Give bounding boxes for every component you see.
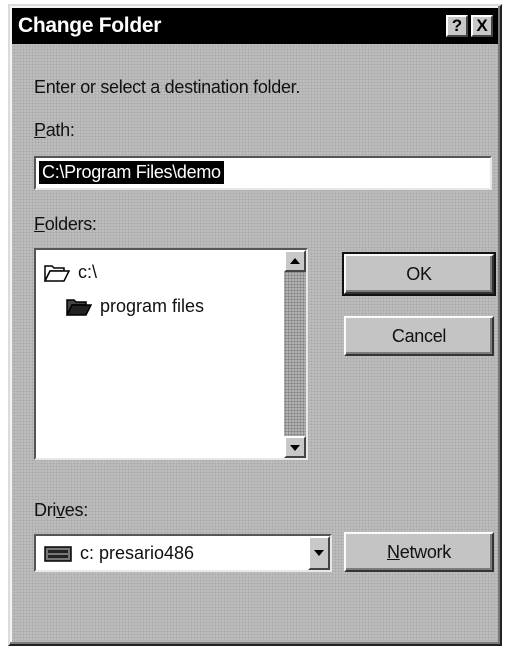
folders-list[interactable]: c:\ program files: [34, 248, 308, 460]
arrow-up-icon: [290, 258, 300, 264]
drive-name: c: presario486: [80, 543, 195, 563]
scroll-up-button[interactable]: [284, 250, 306, 272]
list-item-c-drive[interactable]: c:\: [44, 262, 97, 283]
path-label-accel: P: [34, 120, 46, 140]
arrow-down-icon: [290, 445, 300, 451]
chevron-down-icon: [314, 550, 324, 556]
cancel-button[interactable]: Cancel: [344, 316, 494, 356]
folders-label-rest: olders:: [44, 214, 97, 234]
folders-scrollbar[interactable]: [284, 250, 306, 458]
open-folder-icon: [44, 264, 70, 282]
drives-label: Drives:: [34, 500, 88, 521]
path-label: Path:: [34, 120, 75, 141]
instructions-text: Enter or select a destination folder.: [34, 77, 301, 97]
folder-name: program files: [100, 296, 205, 316]
ok-button[interactable]: OK: [342, 252, 496, 296]
folders-label: Folders:: [34, 214, 97, 235]
path-label-rest: ath:: [45, 120, 75, 140]
title-bar[interactable]: Change Folder ? X: [12, 8, 498, 44]
hard-drive-icon: [44, 545, 72, 562]
network-button-rest: etwork: [399, 541, 452, 562]
folders-label-accel: F: [34, 214, 45, 234]
open-folder-icon: [66, 298, 92, 316]
drives-dropdown[interactable]: c: presario486: [34, 534, 332, 572]
drives-dropdown-button[interactable]: [308, 536, 330, 570]
list-item-program-files[interactable]: program files: [66, 296, 204, 317]
drives-label-post: es:: [64, 500, 88, 520]
drives-label-pre: Dri: [34, 500, 57, 520]
network-button-accel: N: [387, 541, 400, 562]
network-button[interactable]: Network: [344, 532, 494, 572]
path-input-value[interactable]: C:\Program Files\demo: [39, 161, 224, 184]
window-title: Change Folder: [18, 14, 162, 37]
drives-label-accel: v: [56, 500, 65, 520]
scroll-down-button[interactable]: [284, 436, 306, 458]
change-folder-dialog: Change Folder ? X Enter or select a dest…: [8, 4, 502, 646]
drives-selected: c: presario486: [44, 543, 194, 564]
close-button[interactable]: X: [471, 15, 493, 37]
path-input[interactable]: C:\Program Files\demo: [34, 156, 492, 190]
help-button[interactable]: ?: [446, 15, 468, 37]
folder-name: c:\: [78, 262, 98, 282]
